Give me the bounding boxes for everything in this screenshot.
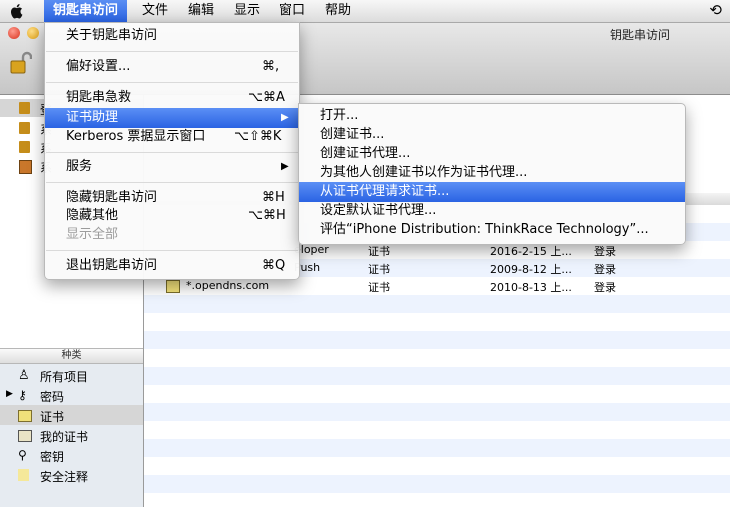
- menu-item-about[interactable]: 关于钥匙串访问: [45, 26, 299, 46]
- submenu-arrow-icon: ▶: [281, 161, 289, 172]
- menu-separator: [46, 182, 298, 183]
- menu-view[interactable]: 显示: [225, 0, 269, 22]
- submenu-item-create-certificate[interactable]: 创建证书...: [299, 125, 685, 145]
- category-passwords[interactable]: ▶ ⚷ 密码: [0, 385, 143, 405]
- menu-item-services[interactable]: 服务 ▶: [45, 157, 299, 177]
- close-button[interactable]: [8, 27, 20, 39]
- lock-icon: [19, 141, 30, 153]
- submenu-item-create-ca[interactable]: 创建证书代理...: [299, 144, 685, 164]
- lock-icon: [19, 122, 30, 134]
- menu-item-certificate-assistant[interactable]: 证书助理 ▶: [45, 108, 299, 128]
- category-header: 种类: [0, 348, 143, 364]
- key-icon: ⚷: [18, 388, 27, 402]
- menu-separator: [46, 82, 298, 83]
- menu-item-first-aid[interactable]: 钥匙串急救 ⌥⌘A: [45, 88, 299, 108]
- note-icon: [18, 469, 29, 481]
- menu-separator: [46, 51, 298, 52]
- submenu-item-request-certificate[interactable]: 从证书代理请求证书...: [299, 182, 685, 202]
- category-keys[interactable]: ⚲ 密钥: [0, 445, 143, 465]
- cabinet-icon: [19, 160, 32, 174]
- window-title: 钥匙串访问: [609, 28, 670, 42]
- menu-item-preferences[interactable]: 偏好设置... ⌘,: [45, 57, 299, 77]
- menu-item-show-all: 显示全部: [66, 227, 119, 242]
- category-certificates[interactable]: 证书: [0, 405, 143, 425]
- menu-help[interactable]: 帮助: [316, 0, 360, 22]
- menu-separator: [46, 250, 298, 251]
- submenu-arrow-icon: ▶: [281, 112, 289, 123]
- menu-bar: 钥匙串访问 文件 编辑 显示 窗口 帮助 ⟲: [0, 0, 730, 23]
- menu-item-quit[interactable]: 退出钥匙串访问 ⌘Q: [45, 256, 299, 276]
- category-my-certificates[interactable]: 我的证书: [0, 425, 143, 445]
- menu-file[interactable]: 文件: [133, 0, 177, 22]
- sync-icon[interactable]: ⟲: [709, 1, 722, 19]
- apple-icon[interactable]: [10, 3, 24, 19]
- menu-keychain-access[interactable]: 钥匙串访问: [44, 0, 128, 22]
- menu-item-hide-others[interactable]: 隐藏其他 ⌥⌘H: [45, 206, 299, 226]
- menu-window[interactable]: 窗口: [270, 0, 314, 22]
- certificate-assistant-submenu: 打开... 创建证书... 创建证书代理... 为其他人创建证书以作为证书代理.…: [298, 103, 686, 245]
- submenu-item-evaluate[interactable]: 评估“iPhone Distribution: ThinkRace Techno…: [299, 220, 685, 240]
- category-secure-notes[interactable]: 安全注释: [0, 465, 143, 485]
- lock-icon: [19, 102, 30, 114]
- disclosure-triangle-icon[interactable]: ▶: [6, 389, 13, 399]
- submenu-item-set-default-ca[interactable]: 设定默认证书代理...: [299, 201, 685, 221]
- menu-separator: [46, 152, 298, 153]
- key-icon: ⚲: [18, 448, 27, 462]
- my-certificate-icon: [18, 430, 32, 442]
- person-icon: ♙: [18, 368, 30, 383]
- category-all-items[interactable]: ♙ 所有项目: [0, 365, 143, 385]
- certificate-icon: [166, 280, 180, 293]
- submenu-item-open[interactable]: 打开...: [299, 106, 685, 126]
- menu-item-hide-app[interactable]: 隐藏钥匙串访问 ⌘H: [45, 188, 299, 208]
- minimize-button[interactable]: [27, 27, 39, 39]
- menu-edit[interactable]: 编辑: [179, 0, 223, 22]
- menu-item-kerberos[interactable]: Kerberos 票据显示窗口 ⌥⇧⌘K: [45, 127, 299, 147]
- certificate-icon: [18, 410, 32, 422]
- app-menu: 关于钥匙串访问 偏好设置... ⌘, 钥匙串急救 ⌥⌘A 证书助理 ▶ Kerb…: [44, 22, 300, 280]
- unlock-icon[interactable]: [10, 51, 32, 75]
- submenu-item-create-for-others[interactable]: 为其他人创建证书以作为证书代理...: [299, 163, 685, 183]
